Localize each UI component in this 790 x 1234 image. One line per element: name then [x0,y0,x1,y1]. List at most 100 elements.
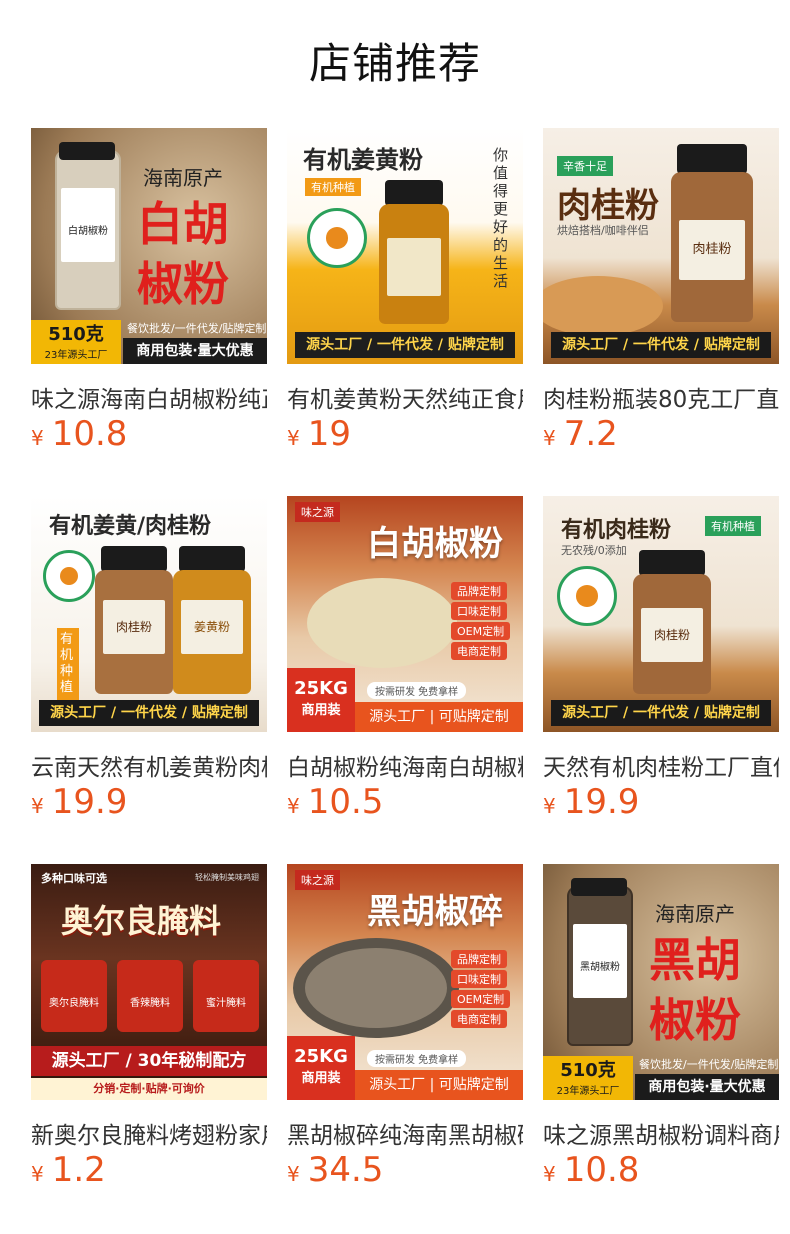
image-banner: 源头工厂 / 一件代发 / 贴牌定制 [295,332,515,358]
weight-label: 510克 [48,324,104,345]
product-price: ¥10.5 [287,782,384,822]
product-price: ¥7.2 [543,414,618,454]
product-image[interactable]: 黑胡椒粉 海南原产 黑胡 椒粉 510克 23年源头工厂 餐饮批发/一件代发/贴… [543,864,779,1100]
product-image[interactable]: 白胡椒粉 海南原产 白胡 椒粉 510克 23年源头工厂 餐饮批发/一件代发/贴… [31,128,267,364]
product-image[interactable]: 有机姜黄/肉桂粉 有机种植 肉桂粉 姜黄粉 源头工厂 / 一件代发 / 贴牌定制 [31,496,267,732]
image-banner: 商用包装·量大优惠 [635,1074,779,1100]
image-title: 白胡椒粉 [367,524,503,564]
image-note: 按需研发 免费拿样 [367,1050,467,1067]
feature-tag: 电商定制 [451,1010,507,1028]
product-image[interactable]: 味之源 黑胡椒碎 品牌定制 口味定制 OEM定制 电商定制 25KG 商用装 按… [287,864,523,1100]
product-price: ¥19 [287,414,351,454]
brand-logo: 味之源 [295,502,340,522]
product-price: ¥34.5 [287,1150,384,1190]
product-price: ¥1.2 [31,1150,106,1190]
product-price: ¥10.8 [31,414,128,454]
jar-label: 肉桂粉 [653,628,690,642]
product-price: ¥10.8 [543,1150,640,1190]
product-name[interactable]: 黑胡椒碎纯海南黑胡椒碎商用 [287,1116,523,1150]
image-note: 餐饮批发/一件代发/贴牌定制 [639,1058,779,1071]
image-banner: 商用包装·量大优惠 [123,338,267,364]
product-card[interactable]: 有机姜黄粉 有机种植 你值得更好的生活 源头工厂 / 一件代发 / 贴牌定制 有… [287,128,523,454]
image-title: 有机姜黄/肉桂粉 [49,514,212,539]
jar-label: 姜黄粉 [193,620,230,634]
feature-tag: OEM定制 [451,622,511,640]
image-banner: 源头工厂 / 一件代发 / 贴牌定制 [39,700,259,726]
image-side-text: 你值得更好的生活 [493,146,509,290]
image-sub: 有机种植 [305,178,361,196]
weight-label: 510克 [560,1060,616,1081]
product-card[interactable]: 黑胡椒粉 海南原产 黑胡 椒粉 510克 23年源头工厂 餐饮批发/一件代发/贴… [543,864,779,1190]
feature-tag: 口味定制 [451,602,507,620]
image-heading: 海南原产 [655,902,735,926]
product-card[interactable]: 味之源 黑胡椒碎 品牌定制 口味定制 OEM定制 电商定制 25KG 商用装 按… [287,864,523,1190]
product-card[interactable]: 白胡椒粉 海南原产 白胡 椒粉 510克 23年源头工厂 餐饮批发/一件代发/贴… [31,128,267,454]
product-price: ¥19.9 [543,782,640,822]
feature-tag: OEM定制 [451,990,511,1008]
jar-label: 肉桂粉 [692,242,732,257]
feature-tag: 品牌定制 [451,950,507,968]
product-name[interactable]: 白胡椒粉纯海南白胡椒粉商用 [287,748,523,782]
product-name[interactable]: 云南天然有机姜黄粉肉桂粉 [31,748,267,782]
image-tag: 辛香十足 [557,156,613,176]
jar-label: 肉桂粉 [115,620,152,634]
product-image[interactable]: 多种口味可选 轻松腌制美味鸡翅 奥尔良腌料 奥尔良腌料 香辣腌料 蜜汁腌料 源头… [31,864,267,1100]
product-name[interactable]: 味之源海南白胡椒粉纯正商用装 [31,380,267,414]
image-sub: 无农残/0添加 [561,544,627,557]
image-title: 肉桂粉 [557,186,659,226]
image-banner: 源头工厂 / 一件代发 / 贴牌定制 [551,332,771,358]
image-title: 黑胡椒碎 [367,892,503,932]
page-title: 店铺推荐 [308,39,481,88]
image-banner: 源头工厂 | 可贴牌定制 [355,1070,523,1100]
product-image[interactable]: 味之源 白胡椒粉 品牌定制 口味定制 OEM定制 电商定制 25KG 商用装 按… [287,496,523,732]
image-title: 椒粉 [649,993,741,1047]
product-image[interactable]: 有机肉桂粉 有机种植 无农残/0添加 肉桂粉 源头工厂 / 一件代发 / 贴牌定… [543,496,779,732]
image-note: 按需研发 免费拿样 [367,682,467,699]
weight-sub: 商用装 [301,1071,341,1086]
image-title: 奥尔良腌料 [61,902,222,940]
image-title: 有机姜黄粉 [303,146,423,174]
product-card[interactable]: 有机姜黄/肉桂粉 有机种植 肉桂粉 姜黄粉 源头工厂 / 一件代发 / 贴牌定制… [31,496,267,822]
product-image[interactable]: 有机姜黄粉 有机种植 你值得更好的生活 源头工厂 / 一件代发 / 贴牌定制 [287,128,523,364]
weight-sub: 23年源头工厂 [556,1086,620,1097]
image-banner: 源头工厂 / 30年秘制配方 [31,1046,267,1076]
image-banner: 源头工厂 | 可贴牌定制 [355,702,523,732]
image-note: 多种口味可选 [41,872,107,885]
product-name[interactable]: 新奥尔良腌料烤翅粉家用 [31,1116,267,1150]
image-note: 轻松腌制美味鸡翅 [195,873,259,882]
weight-sub: 23年源头工厂 [44,350,108,361]
product-card[interactable]: 多种口味可选 轻松腌制美味鸡翅 奥尔良腌料 奥尔良腌料 香辣腌料 蜜汁腌料 源头… [31,864,267,1190]
product-price: ¥19.9 [31,782,128,822]
jar-label: 白胡椒粉 [68,226,108,237]
product-card[interactable]: 有机肉桂粉 有机种植 无农残/0添加 肉桂粉 源头工厂 / 一件代发 / 贴牌定… [543,496,779,822]
weight-label: 25KG [294,678,348,699]
jar-label: 黑胡椒粉 [580,962,620,973]
jar-label: 香辣腌料 [130,998,170,1009]
image-heading: 海南原产 [143,166,223,190]
image-title: 有机肉桂粉 [561,518,672,543]
image-sub: 分销·定制·贴牌·可询价 [31,1078,267,1100]
jar-label: 奥尔良腌料 [49,998,99,1009]
product-card[interactable]: 辛香十足 肉桂粉 烘焙搭档/咖啡伴侣 肉桂粉 源头工厂 / 一件代发 / 贴牌定… [543,128,779,454]
product-card[interactable]: 味之源 白胡椒粉 品牌定制 口味定制 OEM定制 电商定制 25KG 商用装 按… [287,496,523,822]
product-name[interactable]: 肉桂粉瓶装80克工厂直供 [543,380,779,414]
feature-tag: 口味定制 [451,970,507,988]
image-title: 椒粉 [137,257,229,311]
image-side-text: 有机种植 [57,628,79,700]
image-title: 白胡 [137,197,229,251]
product-name[interactable]: 天然有机肉桂粉工厂直供 [543,748,779,782]
jar-label: 蜜汁腌料 [206,998,246,1009]
weight-sub: 商用装 [301,703,341,718]
feature-tag: 电商定制 [451,642,507,660]
brand-logo: 味之源 [295,870,340,890]
product-name[interactable]: 有机姜黄粉天然纯正食用 [287,380,523,414]
image-title: 黑胡 [649,933,741,987]
product-name[interactable]: 味之源黑胡椒粉调料商用 [543,1116,779,1150]
feature-tag: 品牌定制 [451,582,507,600]
image-banner: 源头工厂 / 一件代发 / 贴牌定制 [551,700,771,726]
image-tag: 有机种植 [705,516,761,536]
image-note: 餐饮批发/一件代发/贴牌定制 [127,322,267,335]
product-image[interactable]: 辛香十足 肉桂粉 烘焙搭档/咖啡伴侣 肉桂粉 源头工厂 / 一件代发 / 贴牌定… [543,128,779,364]
image-sub: 烘焙搭档/咖啡伴侣 [557,224,649,237]
weight-label: 25KG [294,1046,348,1067]
